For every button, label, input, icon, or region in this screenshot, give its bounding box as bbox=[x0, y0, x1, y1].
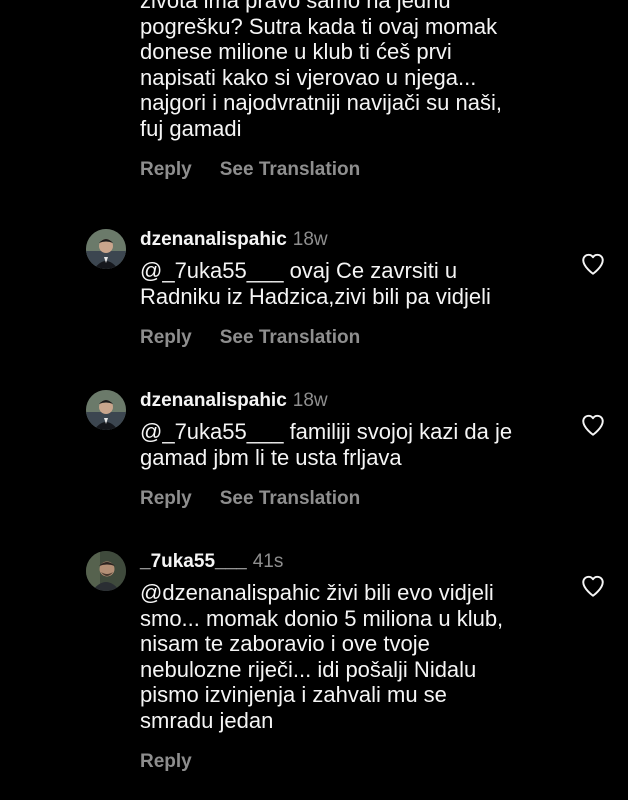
username[interactable]: _7uka55___ bbox=[140, 551, 247, 573]
comment-meta: dzenanalispahic 18w bbox=[140, 390, 560, 412]
see-translation-button[interactable]: See Translation bbox=[220, 488, 360, 510]
avatar-image bbox=[86, 390, 126, 430]
heart-icon[interactable] bbox=[580, 251, 606, 277]
avatar-image bbox=[86, 229, 126, 269]
comment-actions: Reply See Translation bbox=[140, 327, 560, 349]
reply-button[interactable]: Reply bbox=[140, 327, 192, 349]
avatar[interactable] bbox=[86, 551, 126, 591]
timestamp: 41s bbox=[252, 551, 284, 572]
comment-meta: dzenanalispahic 18w bbox=[140, 229, 560, 251]
comment-actions: Reply See Translation bbox=[140, 159, 560, 181]
comment-text: @_7uka55___ familiji svojoj kazi da je g… bbox=[140, 419, 513, 470]
timestamp: 18w bbox=[292, 229, 328, 250]
username[interactable]: dzenanalispahic bbox=[140, 390, 287, 412]
comment-body: dzenanalispahic 18w @_7uka55___ ovaj Ce … bbox=[140, 229, 560, 349]
avatar[interactable] bbox=[86, 390, 126, 430]
heart-icon[interactable] bbox=[580, 412, 606, 438]
username[interactable]: dzenanalispahic bbox=[140, 229, 287, 251]
see-translation-button[interactable]: See Translation bbox=[220, 159, 360, 181]
reply-button[interactable]: Reply bbox=[140, 751, 192, 773]
comment-meta: _7uka55___ 41s bbox=[140, 551, 560, 573]
comment-actions: Reply bbox=[140, 751, 560, 773]
heart-icon[interactable] bbox=[580, 573, 606, 599]
comment-actions: Reply See Translation bbox=[140, 488, 560, 510]
partial-comment: života ima pravo samo na jednu pogrešku?… bbox=[140, 0, 560, 181]
avatar[interactable] bbox=[86, 229, 126, 269]
reply-button[interactable]: Reply bbox=[140, 488, 192, 510]
avatar-image bbox=[86, 551, 126, 591]
see-translation-button[interactable]: See Translation bbox=[220, 327, 360, 349]
timestamp: 18w bbox=[292, 390, 328, 411]
reply-button[interactable]: Reply bbox=[140, 159, 192, 181]
comment-text: @dzenanalispahic živi bili evo vidjeli s… bbox=[140, 580, 504, 733]
comment-body: dzenanalispahic 18w @_7uka55___ familiji… bbox=[140, 390, 560, 510]
comment-text: života ima pravo samo na jednu pogrešku?… bbox=[140, 0, 502, 141]
comment-body: _7uka55___ 41s @dzenanalispahic živi bil… bbox=[140, 551, 560, 773]
comment-text: @_7uka55___ ovaj Ce zavrsiti u Radniku i… bbox=[140, 258, 491, 309]
